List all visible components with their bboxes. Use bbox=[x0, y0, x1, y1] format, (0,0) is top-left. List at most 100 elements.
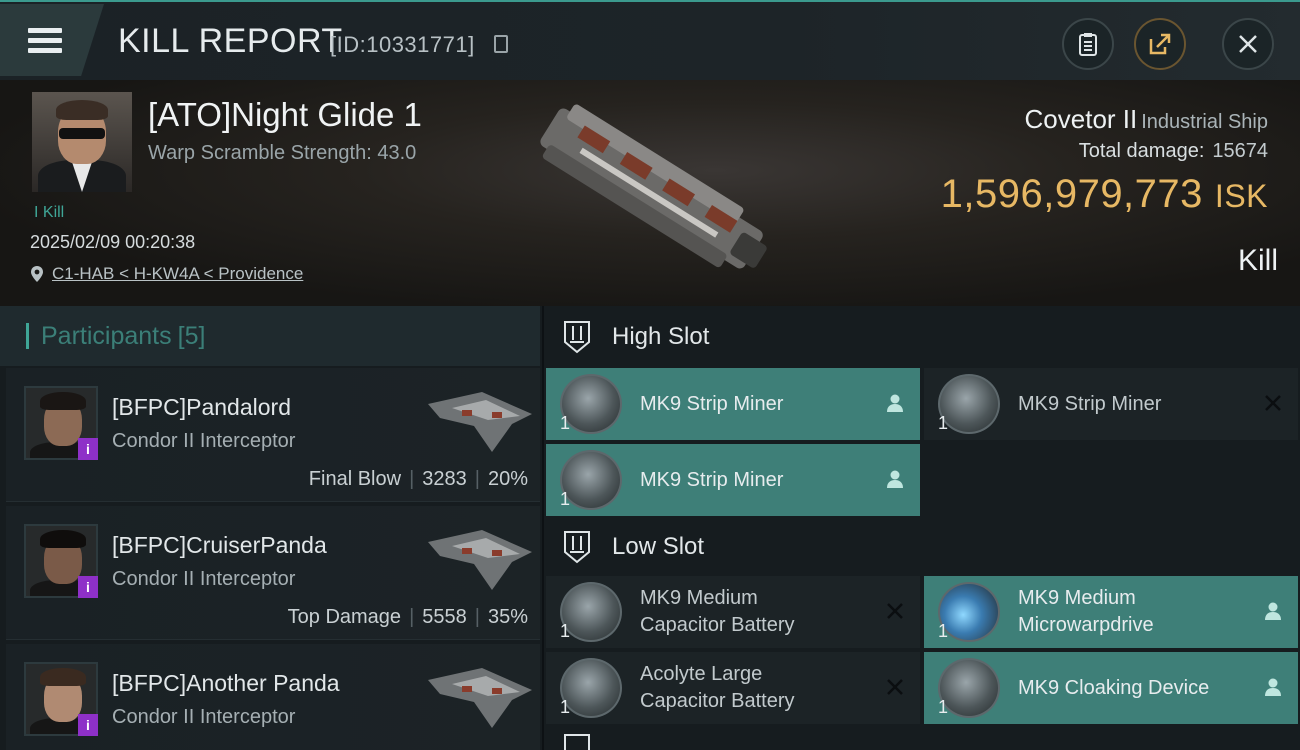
slot-icon bbox=[564, 531, 590, 564]
participant-stats: Final Blow | 3283 | 20% bbox=[308, 468, 528, 490]
copy-icon[interactable] bbox=[494, 35, 508, 53]
pilot-icon bbox=[887, 470, 903, 488]
info-badge[interactable]: i bbox=[78, 714, 98, 736]
module-name: MK9 Strip Miner bbox=[640, 468, 784, 491]
high-slot-header: High Slot bbox=[544, 306, 1300, 368]
fitting-slots-panel: High Slot 1 MK9 Strip Miner 1 MK9 Strip … bbox=[544, 306, 1300, 750]
low-slot-header: Low Slot bbox=[544, 516, 1300, 578]
total-damage-value: 15674 bbox=[1212, 140, 1268, 162]
participants-panel: Participants [5] i [BFPC]Pandalord Condo… bbox=[0, 306, 542, 750]
close-icon bbox=[1239, 35, 1257, 53]
location-pin-icon bbox=[31, 266, 43, 282]
x-mark-icon bbox=[1265, 395, 1281, 411]
kill-datetime: 2025/02/09 00:20:38 bbox=[30, 232, 196, 252]
module-slot[interactable]: 1 MK9 Medium Capacitor Battery bbox=[546, 576, 920, 648]
module-name: MK9 Medium Microwarpdrive bbox=[1018, 576, 1248, 648]
pilot-icon bbox=[887, 394, 903, 412]
warp-scramble-strength: Warp Scramble Strength: 43.0 bbox=[148, 142, 417, 164]
participant-ship: Condor II Interceptor bbox=[112, 706, 296, 728]
participant-role: Top Damage bbox=[287, 606, 402, 628]
participant-ship-image bbox=[428, 668, 532, 728]
top-header-bar: KILL REPORT [ID:10331771] bbox=[0, 0, 1300, 80]
participant-ship: Condor II Interceptor bbox=[112, 430, 296, 452]
module-quantity: 1 bbox=[938, 697, 949, 717]
participant-name: [BFPC]CruiserPanda bbox=[112, 532, 327, 558]
module-slot[interactable]: 1 MK9 Strip Miner bbox=[546, 444, 920, 516]
participant-percent: 20% bbox=[487, 468, 528, 490]
module-quantity: 1 bbox=[938, 621, 949, 641]
victim-ship-image bbox=[540, 104, 767, 269]
total-damage: Total damage: 15674 bbox=[1079, 140, 1268, 163]
close-button[interactable] bbox=[1222, 18, 1274, 70]
module-name: Acolyte Large Capacitor Battery bbox=[640, 652, 870, 724]
x-mark-icon bbox=[887, 603, 903, 619]
module-name-line1: Acolyte Large bbox=[640, 663, 763, 685]
participant-row[interactable]: i [BFPC]Another Panda Condor II Intercep… bbox=[6, 644, 540, 750]
module-slot[interactable]: 1 MK9 Strip Miner bbox=[546, 368, 920, 440]
page-title: KILL REPORT bbox=[118, 22, 343, 60]
clipboard-button[interactable] bbox=[1062, 18, 1114, 70]
ship-type: Industrial Ship bbox=[1141, 111, 1268, 133]
kill-tag: I Kill bbox=[34, 204, 65, 221]
info-badge[interactable]: i bbox=[78, 576, 98, 598]
victim-panel: [ATO]Night Glide 1 Warp Scramble Strengt… bbox=[0, 80, 1300, 306]
participants-label: Participants bbox=[41, 321, 172, 350]
module-name: MK9 Strip Miner bbox=[1018, 392, 1162, 415]
participant-role: Final Blow bbox=[308, 468, 402, 490]
module-quantity: 1 bbox=[560, 489, 571, 509]
isk-amount: 1,596,979,773 bbox=[940, 172, 1203, 216]
total-damage-label: Total damage: bbox=[1078, 140, 1205, 162]
participant-row[interactable]: i [BFPC]CruiserPanda Condor II Intercept… bbox=[6, 506, 540, 640]
clipboard-icon bbox=[1079, 33, 1097, 56]
x-mark-icon bbox=[887, 679, 903, 695]
share-button[interactable] bbox=[1134, 18, 1186, 70]
module-name-line2: Capacitor Battery bbox=[640, 690, 795, 712]
share-icon bbox=[1149, 33, 1171, 55]
menu-button[interactable] bbox=[0, 4, 104, 76]
module-slot[interactable]: 1 MK9 Medium Microwarpdrive bbox=[924, 576, 1298, 648]
module-name: MK9 Strip Miner bbox=[640, 392, 784, 415]
module-slot[interactable]: 1 MK9 Cloaking Device bbox=[924, 652, 1298, 724]
ship-name: Covetor II bbox=[1024, 104, 1138, 134]
module-slot[interactable]: 1 MK9 Strip Miner bbox=[924, 368, 1298, 440]
participant-ship-image bbox=[428, 392, 532, 452]
module-quantity: 1 bbox=[560, 697, 571, 717]
module-name: MK9 Cloaking Device bbox=[1018, 676, 1210, 699]
participant-damage: 5558 bbox=[422, 606, 467, 628]
participants-header[interactable]: Participants [5] bbox=[0, 306, 540, 366]
participants-count: [5] bbox=[177, 321, 206, 350]
module-name-line1: MK9 Medium bbox=[640, 587, 758, 609]
module-name: MK9 Medium Capacitor Battery bbox=[640, 576, 870, 648]
isk-value: 1,596,979,773 ISK bbox=[941, 172, 1268, 217]
high-slot-label: High Slot bbox=[612, 323, 710, 350]
victim-ship: Covetor II Industrial Ship bbox=[1025, 104, 1268, 135]
module-name-line1: MK9 Medium bbox=[1018, 587, 1136, 609]
location-link[interactable]: C1-HAB < H-KW4A < Providence bbox=[52, 264, 303, 284]
module-slot[interactable]: 1 Acolyte Large Capacitor Battery bbox=[546, 652, 920, 724]
participant-name: [BFPC]Pandalord bbox=[112, 394, 291, 420]
result-label: Kill bbox=[1237, 244, 1278, 277]
hamburger-icon bbox=[28, 23, 62, 58]
low-slot-label: Low Slot bbox=[612, 533, 705, 560]
slot-icon bbox=[564, 734, 590, 750]
participant-row[interactable]: i [BFPC]Pandalord Condor II Interceptor … bbox=[6, 368, 540, 502]
victim-avatar[interactable] bbox=[32, 92, 132, 192]
victim-name: [ATO]Night Glide 1 bbox=[148, 96, 422, 133]
module-name-line2: Capacitor Battery bbox=[640, 614, 795, 636]
module-quantity: 1 bbox=[560, 621, 571, 641]
participant-percent: 35% bbox=[487, 606, 528, 628]
module-quantity: 1 bbox=[938, 413, 949, 433]
participant-name: [BFPC]Another Panda bbox=[112, 670, 340, 696]
participant-damage: 3283 bbox=[422, 468, 467, 490]
participant-ship: Condor II Interceptor bbox=[112, 568, 296, 590]
info-badge[interactable]: i bbox=[78, 438, 98, 460]
kill-tag-label: Kill bbox=[42, 204, 65, 221]
participant-stats: Top Damage | 5558 | 35% bbox=[287, 606, 528, 628]
location-row: C1-HAB < H-KW4A < Providence bbox=[30, 264, 303, 284]
pilot-icon bbox=[1265, 678, 1281, 696]
slot-icon bbox=[564, 321, 590, 354]
isk-unit: ISK bbox=[1214, 178, 1268, 214]
module-name-line2: Microwarpdrive bbox=[1018, 614, 1154, 636]
mid-slot-header bbox=[544, 732, 1300, 750]
module-quantity: 1 bbox=[560, 413, 571, 433]
